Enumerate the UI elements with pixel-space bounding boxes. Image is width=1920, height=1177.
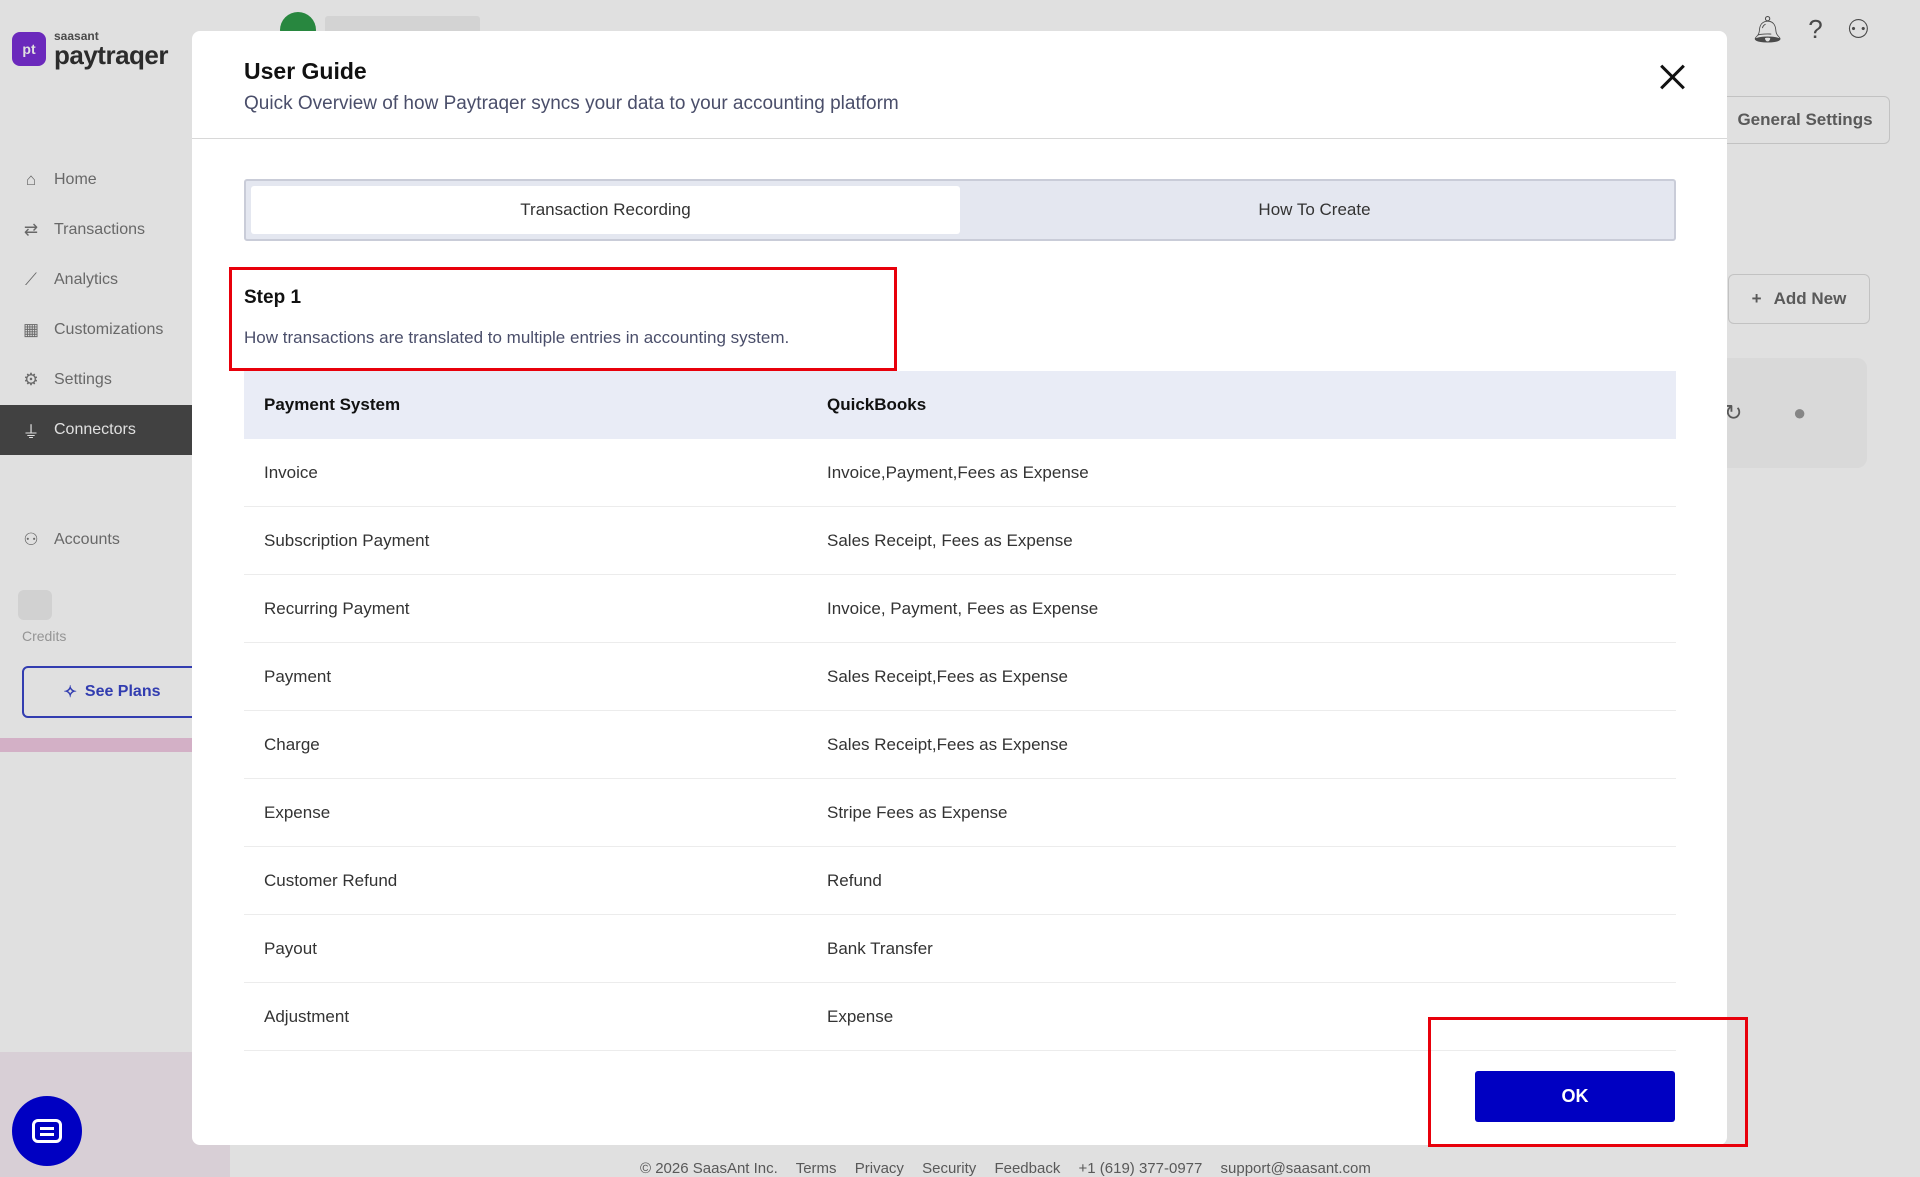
table-cell: Invoice,Payment,Fees as Expense [827,462,1089,482]
guide-tabs: Transaction Recording How To Create [244,179,1676,241]
chat-icon [32,1119,62,1143]
table-row: Payment Sales Receipt,Fees as Expense [244,643,1676,711]
tab-transaction-recording[interactable]: Transaction Recording [251,186,960,234]
table-row: Customer Refund Refund [244,847,1676,915]
table-row: Expense Stripe Fees as Expense [244,779,1676,847]
column-header-payment-system: Payment System [264,395,401,414]
table-cell: Bank Transfer [827,938,933,958]
table-cell: Customer Refund [264,870,398,890]
modal-header: User Guide Quick Overview of how Paytraq… [192,31,1727,139]
table-row: Charge Sales Receipt,Fees as Expense [244,711,1676,779]
table-row: Subscription Payment Sales Receipt, Fees… [244,507,1676,575]
mapping-table: Payment System QuickBooks Invoice Invoic… [244,371,1676,1051]
table-cell: Sales Receipt,Fees as Expense [827,734,1068,754]
modal-title: User Guide [244,58,367,84]
ok-highlight-box [1428,1017,1748,1147]
table-cell: Sales Receipt,Fees as Expense [827,666,1068,686]
tab-how-to-create[interactable]: How To Create [960,186,1669,234]
close-icon[interactable] [1655,59,1689,93]
table-cell: Expense [264,802,331,822]
table-row: Invoice Invoice,Payment,Fees as Expense [244,439,1676,507]
table-cell: Recurring Payment [264,598,410,618]
column-header-quickbooks: QuickBooks [827,395,927,414]
step-highlight-box [229,267,897,371]
table-cell: Charge [264,734,320,754]
table-row: Recurring Payment Invoice, Payment, Fees… [244,575,1676,643]
table-cell: Stripe Fees as Expense [827,802,1008,822]
table-header: Payment System QuickBooks [244,371,1676,439]
table-cell: Sales Receipt, Fees as Expense [827,530,1073,550]
table-cell: Payment [264,666,332,686]
table-cell: Subscription Payment [264,530,430,550]
chat-button[interactable] [12,1096,82,1166]
user-guide-modal: User Guide Quick Overview of how Paytraq… [192,31,1727,1145]
table-cell: Adjustment [264,1006,350,1026]
table-cell: Invoice [264,462,318,482]
table-cell: Invoice, Payment, Fees as Expense [827,598,1099,618]
table-row: Payout Bank Transfer [244,915,1676,983]
table-cell: Refund [827,870,882,890]
table-cell: Payout [264,938,317,958]
modal-subtitle: Quick Overview of how Paytraqer syncs yo… [244,93,899,114]
